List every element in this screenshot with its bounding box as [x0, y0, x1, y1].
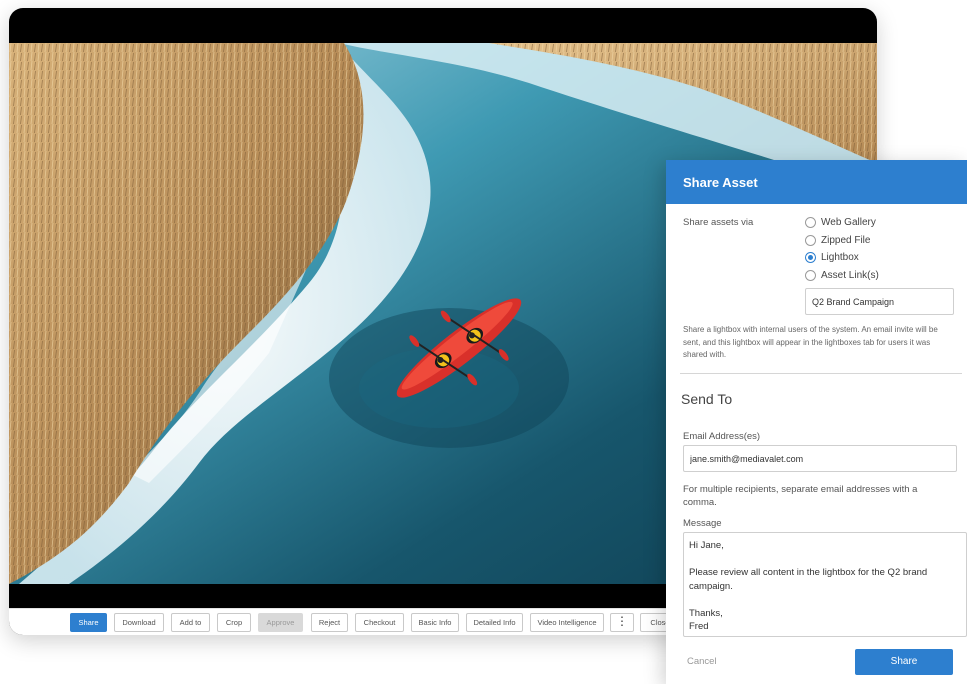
radio-unchecked-icon[interactable] [805, 216, 816, 228]
option-label: Lightbox [821, 251, 859, 263]
share-via-label: Share assets via [683, 217, 754, 228]
lightbox-select-input[interactable] [805, 288, 954, 315]
share-submit-button[interactable]: Share [855, 649, 953, 675]
message-label: Message [683, 518, 722, 529]
radio-unchecked-icon[interactable] [805, 269, 816, 281]
radio-unchecked-icon[interactable] [805, 234, 816, 246]
add-to-button[interactable]: Add to [171, 613, 210, 632]
radio-checked-icon[interactable] [805, 251, 816, 263]
share-toolbar-button[interactable]: Share [70, 613, 107, 632]
option-label: Zipped File [821, 234, 871, 246]
send-to-heading: Send To [681, 391, 733, 407]
option-lightbox[interactable]: Lightbox [805, 250, 859, 264]
option-label: Asset Link(s) [821, 269, 879, 281]
email-label: Email Address(es) [683, 431, 761, 442]
video-intelligence-button[interactable]: Video Intelligence [530, 613, 604, 632]
email-hint: For multiple recipients, separate email … [683, 484, 918, 508]
email-input[interactable] [683, 445, 957, 472]
basic-info-button[interactable]: Basic Info [411, 613, 459, 632]
download-button[interactable]: Download [114, 613, 164, 632]
cancel-button[interactable]: Cancel [687, 656, 717, 667]
more-options-icon[interactable]: ⋮ [610, 613, 634, 632]
option-label: Web Gallery [821, 216, 876, 228]
message-textarea[interactable]: Hi Jane, Please review all content in th… [683, 532, 967, 637]
approve-button: Approve [258, 613, 303, 632]
option-zipped-file[interactable]: Zipped File [805, 233, 870, 247]
panel-title: Share Asset [683, 175, 758, 190]
panel-header: Share Asset [666, 160, 967, 204]
section-divider [680, 373, 962, 374]
option-web-gallery[interactable]: Web Gallery [805, 215, 876, 229]
checkout-button[interactable]: Checkout [355, 613, 404, 632]
reject-button[interactable]: Reject [311, 613, 348, 632]
lightbox-description: Share a lightbox with internal users of … [683, 325, 938, 359]
crop-button[interactable]: Crop [217, 613, 251, 632]
share-asset-panel: Share Asset Share assets via Web Gallery… [666, 160, 967, 684]
detailed-info-button[interactable]: Detailed Info [466, 613, 523, 632]
option-asset-links[interactable]: Asset Link(s) [805, 268, 879, 282]
